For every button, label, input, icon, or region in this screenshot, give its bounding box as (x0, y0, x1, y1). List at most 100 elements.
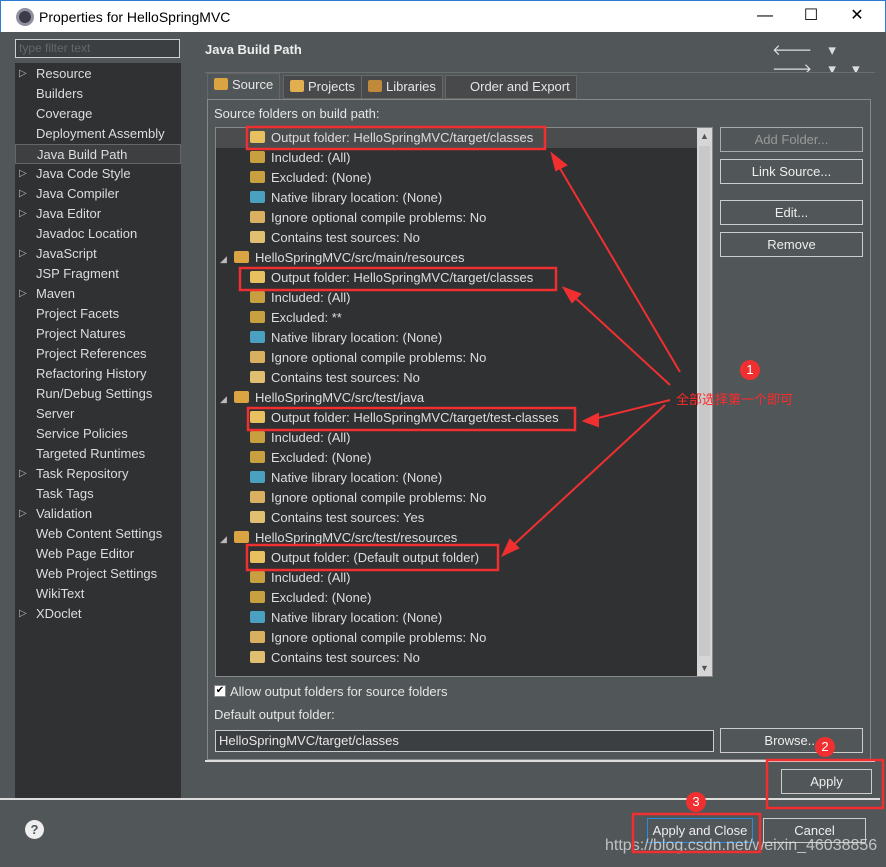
tree-row[interactable]: ◢ HelloSpringMVC/src/main/resources (220, 248, 465, 268)
tree-row-label: Included: (All) (271, 430, 351, 445)
tree-row[interactable]: ◢ HelloSpringMVC/src/test/resources (220, 528, 457, 548)
sidebar-item[interactable]: ▷ Resource (15, 64, 181, 84)
sidebar-item[interactable]: Run/Debug Settings (15, 384, 181, 404)
expand-icon[interactable]: ▷ (19, 64, 27, 84)
tree-row[interactable]: Contains test sources: No (250, 368, 420, 388)
tree-row-label: Included: (All) (271, 290, 351, 305)
native-icon (250, 471, 265, 483)
tab-order-and-export[interactable]: Order and Export (445, 75, 577, 99)
tree-row[interactable]: Ignore optional compile problems: No (250, 208, 486, 228)
minimize-button[interactable]: — (745, 5, 785, 29)
sidebar-item[interactable]: Web Page Editor (15, 544, 181, 564)
sidebar-item[interactable]: Project References (15, 344, 181, 364)
sidebar-item[interactable]: Project Facets (15, 304, 181, 324)
tab-projects[interactable]: Projects (283, 75, 362, 99)
sidebar-item[interactable]: WikiText (15, 584, 181, 604)
tree-row[interactable]: Included: (All) (250, 148, 350, 168)
tree-row-label: HelloSpringMVC/src/test/resources (255, 530, 458, 545)
tree-row[interactable]: Included: (All) (250, 428, 350, 448)
expand-icon[interactable]: ▷ (19, 504, 27, 524)
tree-row[interactable]: Excluded: ** (250, 308, 342, 328)
link-source-button[interactable]: Link Source... (720, 159, 863, 184)
collapse-icon[interactable]: ◢ (220, 389, 234, 409)
sidebar-item-label: JavaScript (36, 246, 97, 261)
sidebar-item[interactable]: ▷ Java Compiler (15, 184, 181, 204)
filter-input[interactable]: type filter text (15, 39, 180, 58)
tree-row[interactable]: Output folder: HelloSpringMVC/target/tes… (250, 408, 559, 428)
tree-row[interactable]: Contains test sources: No (250, 648, 420, 668)
collapse-icon[interactable]: ◢ (220, 249, 234, 269)
tab-source[interactable]: Source (207, 73, 281, 99)
sidebar-item-label: Javadoc Location (36, 226, 138, 241)
tree-row[interactable]: Included: (All) (250, 568, 350, 588)
expand-icon[interactable]: ▷ (19, 184, 27, 204)
collapse-icon[interactable]: ◢ (220, 529, 234, 549)
tree-row[interactable]: Native library location: (None) (250, 608, 442, 628)
sidebar-item[interactable]: ▷ JavaScript (15, 244, 181, 264)
remove-button[interactable]: Remove (720, 232, 863, 257)
sidebar-item[interactable]: ▷ Java Editor (15, 204, 181, 224)
tree-row[interactable]: Excluded: (None) (250, 588, 371, 608)
close-button[interactable]: ✕ (837, 5, 877, 29)
tree-row[interactable]: Ignore optional compile problems: No (250, 348, 486, 368)
sidebar-item[interactable]: Project Natures (15, 324, 181, 344)
divider (205, 760, 875, 762)
properties-icon (16, 8, 34, 26)
tree-row[interactable]: Native library location: (None) (250, 468, 442, 488)
sidebar-item-label: Builders (36, 86, 83, 101)
sidebar-item[interactable]: Refactoring History (15, 364, 181, 384)
sidebar-item[interactable]: Javadoc Location (15, 224, 181, 244)
tree-row[interactable]: ◢ HelloSpringMVC/src/test/java (220, 388, 424, 408)
tree-row[interactable]: Excluded: (None) (250, 448, 371, 468)
sidebar-item[interactable]: Task Tags (15, 484, 181, 504)
sidebar-item[interactable]: ▷ Task Repository (15, 464, 181, 484)
tree-row[interactable]: Native library location: (None) (250, 188, 442, 208)
help-icon[interactable]: ? (25, 820, 44, 839)
tree-row[interactable]: Output folder: HelloSpringMVC/target/cla… (216, 128, 697, 148)
browse-button[interactable]: Browse... (720, 728, 863, 753)
apply-button[interactable]: Apply (781, 769, 872, 794)
tab-libraries[interactable]: Libraries (361, 75, 443, 99)
scroll-up-icon[interactable]: ▲ (697, 128, 712, 144)
sidebar-item-label: Validation (36, 506, 93, 521)
expand-icon[interactable]: ▷ (19, 604, 27, 624)
expand-icon[interactable]: ▷ (19, 164, 27, 184)
sidebar-item[interactable]: Builders (15, 84, 181, 104)
sidebar-item[interactable]: Web Project Settings (15, 564, 181, 584)
tree-row[interactable]: Output folder: (Default output folder) (250, 548, 479, 568)
ignore-icon (250, 491, 265, 503)
allow-output-checkbox[interactable]: ✔ (214, 685, 226, 697)
expand-icon[interactable]: ▷ (19, 204, 27, 224)
tree-row-label: Ignore optional compile problems: No (271, 630, 487, 645)
sidebar-item[interactable]: ▷ XDoclet (15, 604, 181, 624)
tree-row[interactable]: Contains test sources: No (250, 228, 420, 248)
tree-row[interactable]: Native library location: (None) (250, 328, 442, 348)
default-output-input[interactable]: HelloSpringMVC/target/classes (215, 730, 714, 752)
sidebar-item[interactable]: Coverage (15, 104, 181, 124)
sidebar-item[interactable]: Web Content Settings (15, 524, 181, 544)
tree-row[interactable]: Included: (All) (250, 288, 350, 308)
scroll-down-icon[interactable]: ▼ (697, 660, 712, 676)
edit-button[interactable]: Edit... (720, 200, 863, 225)
tree-row[interactable]: Contains test sources: Yes (250, 508, 424, 528)
tree-row[interactable]: Ignore optional compile problems: No (250, 628, 486, 648)
expand-icon[interactable]: ▷ (19, 244, 27, 264)
sidebar-item[interactable]: ▷ Validation (15, 504, 181, 524)
sidebar-item[interactable]: Server (15, 404, 181, 424)
sidebar-item[interactable]: ▷ Maven (15, 284, 181, 304)
tree-row[interactable]: Ignore optional compile problems: No (250, 488, 486, 508)
sidebar-item[interactable]: Deployment Assembly (15, 124, 181, 144)
tree-row[interactable]: Output folder: HelloSpringMVC/target/cla… (250, 268, 533, 288)
expand-icon[interactable]: ▷ (19, 284, 27, 304)
sidebar-item[interactable]: Java Build Path (15, 144, 181, 164)
sidebar-item[interactable]: Targeted Runtimes (15, 444, 181, 464)
sidebar-item[interactable]: ▷ Java Code Style (15, 164, 181, 184)
maximize-button[interactable]: ☐ (791, 5, 831, 29)
sidebar-item[interactable]: JSP Fragment (15, 264, 181, 284)
tree-row[interactable]: Excluded: (None) (250, 168, 371, 188)
sidebar-item[interactable]: Service Policies (15, 424, 181, 444)
add-folder-button[interactable]: Add Folder... (720, 127, 863, 152)
source-tree[interactable]: Output folder: HelloSpringMVC/target/cla… (215, 127, 713, 677)
expand-icon[interactable]: ▷ (19, 464, 27, 484)
sidebar-item-label: Project Natures (36, 326, 126, 341)
